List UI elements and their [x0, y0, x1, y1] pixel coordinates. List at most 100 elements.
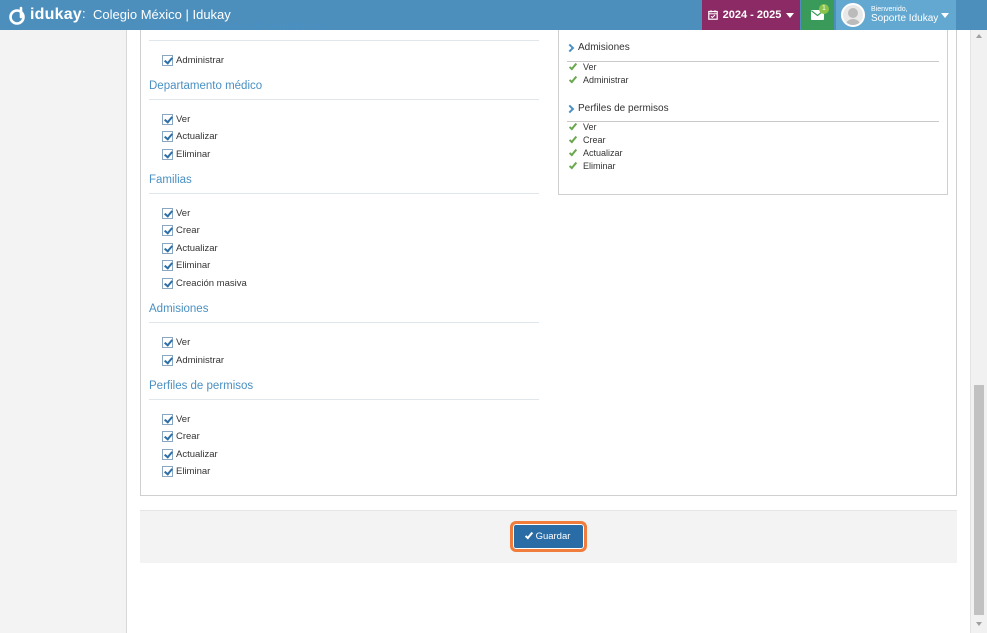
permission-checkbox[interactable]: Ver [162, 335, 190, 349]
section-divider [149, 399, 539, 400]
check-icon [568, 160, 578, 169]
permission-label: Ver [176, 113, 191, 125]
section-divider [149, 99, 539, 100]
permission-label: Eliminar [176, 259, 211, 271]
permission-checkbox[interactable]: Eliminar [162, 464, 210, 478]
check-icon [568, 134, 578, 143]
welcome-text: Bienvenido, [871, 6, 908, 13]
permission-checkbox[interactable]: Ver [162, 206, 190, 220]
section-divider [149, 193, 539, 194]
vertical-scrollbar[interactable] [970, 30, 987, 633]
checkbox-checked[interactable] [162, 448, 173, 460]
section-title-familias: Familias [149, 174, 192, 186]
permission-label: Administrar [176, 354, 225, 366]
user-info: Bienvenido, Soporte Idukay [871, 6, 938, 24]
permission-label: Ver [176, 413, 191, 425]
summary-item: Crear [568, 134, 606, 145]
summary-item-label: Eliminar [583, 161, 616, 171]
permission-checkbox[interactable]: Eliminar [162, 147, 210, 161]
idukay-logo[interactable]: idukay [8, 5, 82, 25]
caret-down-icon [786, 12, 795, 18]
summary-item-label: Administrar [583, 75, 629, 85]
school-year-selector[interactable]: 2024 - 2025 [702, 0, 800, 30]
summary-divider [567, 121, 939, 122]
checkbox-checked[interactable] [162, 130, 173, 142]
permission-checkbox[interactable]: Eliminar [162, 258, 210, 272]
permission-checkbox[interactable]: Administrar [162, 53, 224, 67]
permission-checkbox[interactable]: Ver [162, 112, 190, 126]
permission-checkbox[interactable]: Creación masiva [162, 276, 247, 290]
permission-label: Administrar [176, 54, 225, 66]
scroll-down-arrow-icon[interactable] [976, 622, 982, 626]
permission-label: Eliminar [176, 465, 211, 477]
summary-divider [567, 61, 939, 62]
permission-label: Ver [176, 336, 191, 348]
messages-count-badge: 1 [819, 4, 829, 14]
checkbox-checked[interactable] [162, 277, 173, 289]
summary-item-label: Ver [583, 62, 597, 72]
permission-label: Actualizar [176, 242, 218, 254]
checkbox-checked[interactable] [162, 413, 173, 425]
check-icon [568, 147, 578, 156]
check-icon [524, 530, 533, 540]
calendar-icon [707, 10, 718, 20]
user-name: Soporte Idukay [871, 13, 939, 24]
permission-checkbox[interactable]: Crear [162, 223, 200, 237]
checkbox-checked[interactable] [162, 465, 173, 477]
summary-title-perfiles[interactable]: Perfiles de permisos [565, 103, 669, 114]
save-button-label: Guardar [535, 531, 571, 542]
permission-checkbox[interactable]: Actualizar [162, 241, 218, 255]
permission-label: Actualizar [176, 130, 218, 142]
title-separator: : [82, 6, 86, 21]
checkbox-checked[interactable] [162, 242, 173, 254]
scrollbar-thumb[interactable] [974, 385, 984, 615]
checkbox-checked[interactable] [162, 430, 173, 442]
permission-label: Creación masiva [176, 277, 247, 289]
checkbox-checked[interactable] [162, 148, 173, 160]
scroll-up-arrow-icon[interactable] [976, 34, 982, 38]
permission-label: Actualizar [176, 448, 218, 460]
page-title: Colegio México | Idukay [93, 7, 231, 22]
caret-down-icon [941, 13, 949, 18]
save-button[interactable]: Guardar [510, 521, 587, 552]
school-year-label: 2024 - 2025 [722, 9, 782, 21]
permission-label: Crear [176, 430, 200, 442]
summary-title-label: Perfiles de permisos [578, 103, 669, 114]
avatar [841, 3, 865, 27]
summary-title-label: Admisiones [578, 42, 630, 53]
chevron-right-icon [565, 104, 575, 113]
section-title-departamento-medico: Departamento médico [149, 80, 263, 92]
summary-item-label: Ver [583, 122, 597, 132]
summary-item: Administrar [568, 74, 629, 85]
idukay-logo-icon [9, 6, 25, 25]
section-divider [149, 322, 539, 323]
checkbox-checked[interactable] [162, 224, 173, 236]
checkbox-checked[interactable] [162, 259, 173, 271]
check-icon [568, 74, 578, 83]
permission-label: Eliminar [176, 148, 211, 160]
permission-checkbox[interactable]: Actualizar [162, 129, 218, 143]
checkbox-checked[interactable] [162, 354, 173, 366]
summary-item: Ver [568, 61, 597, 72]
logo-text: idukay [30, 6, 82, 23]
permission-label: Ver [176, 207, 191, 219]
check-icon [568, 61, 578, 70]
chevron-right-icon [565, 43, 575, 52]
check-icon [568, 121, 578, 130]
checkbox-checked[interactable] [162, 207, 173, 219]
summary-item: Eliminar [568, 160, 616, 171]
messages-button[interactable]: 1 [801, 0, 834, 30]
summary-title-admisiones[interactable]: Admisiones [565, 42, 630, 53]
summary-item-label: Actualizar [583, 148, 623, 158]
section-title-admisiones: Admisiones [149, 303, 209, 315]
permission-checkbox[interactable]: Ver [162, 412, 190, 426]
checkbox-checked[interactable] [162, 113, 173, 125]
section-title-perfiles-permisos: Perfiles de permisos [149, 380, 254, 392]
checkbox-checked[interactable] [162, 54, 173, 66]
permission-label: Crear [176, 224, 200, 236]
permission-checkbox[interactable]: Administrar [162, 353, 224, 367]
user-menu[interactable]: Bienvenido, Soporte Idukay [836, 0, 956, 30]
checkbox-checked[interactable] [162, 336, 173, 348]
permission-checkbox[interactable]: Crear [162, 429, 200, 443]
permission-checkbox[interactable]: Actualizar [162, 447, 218, 461]
